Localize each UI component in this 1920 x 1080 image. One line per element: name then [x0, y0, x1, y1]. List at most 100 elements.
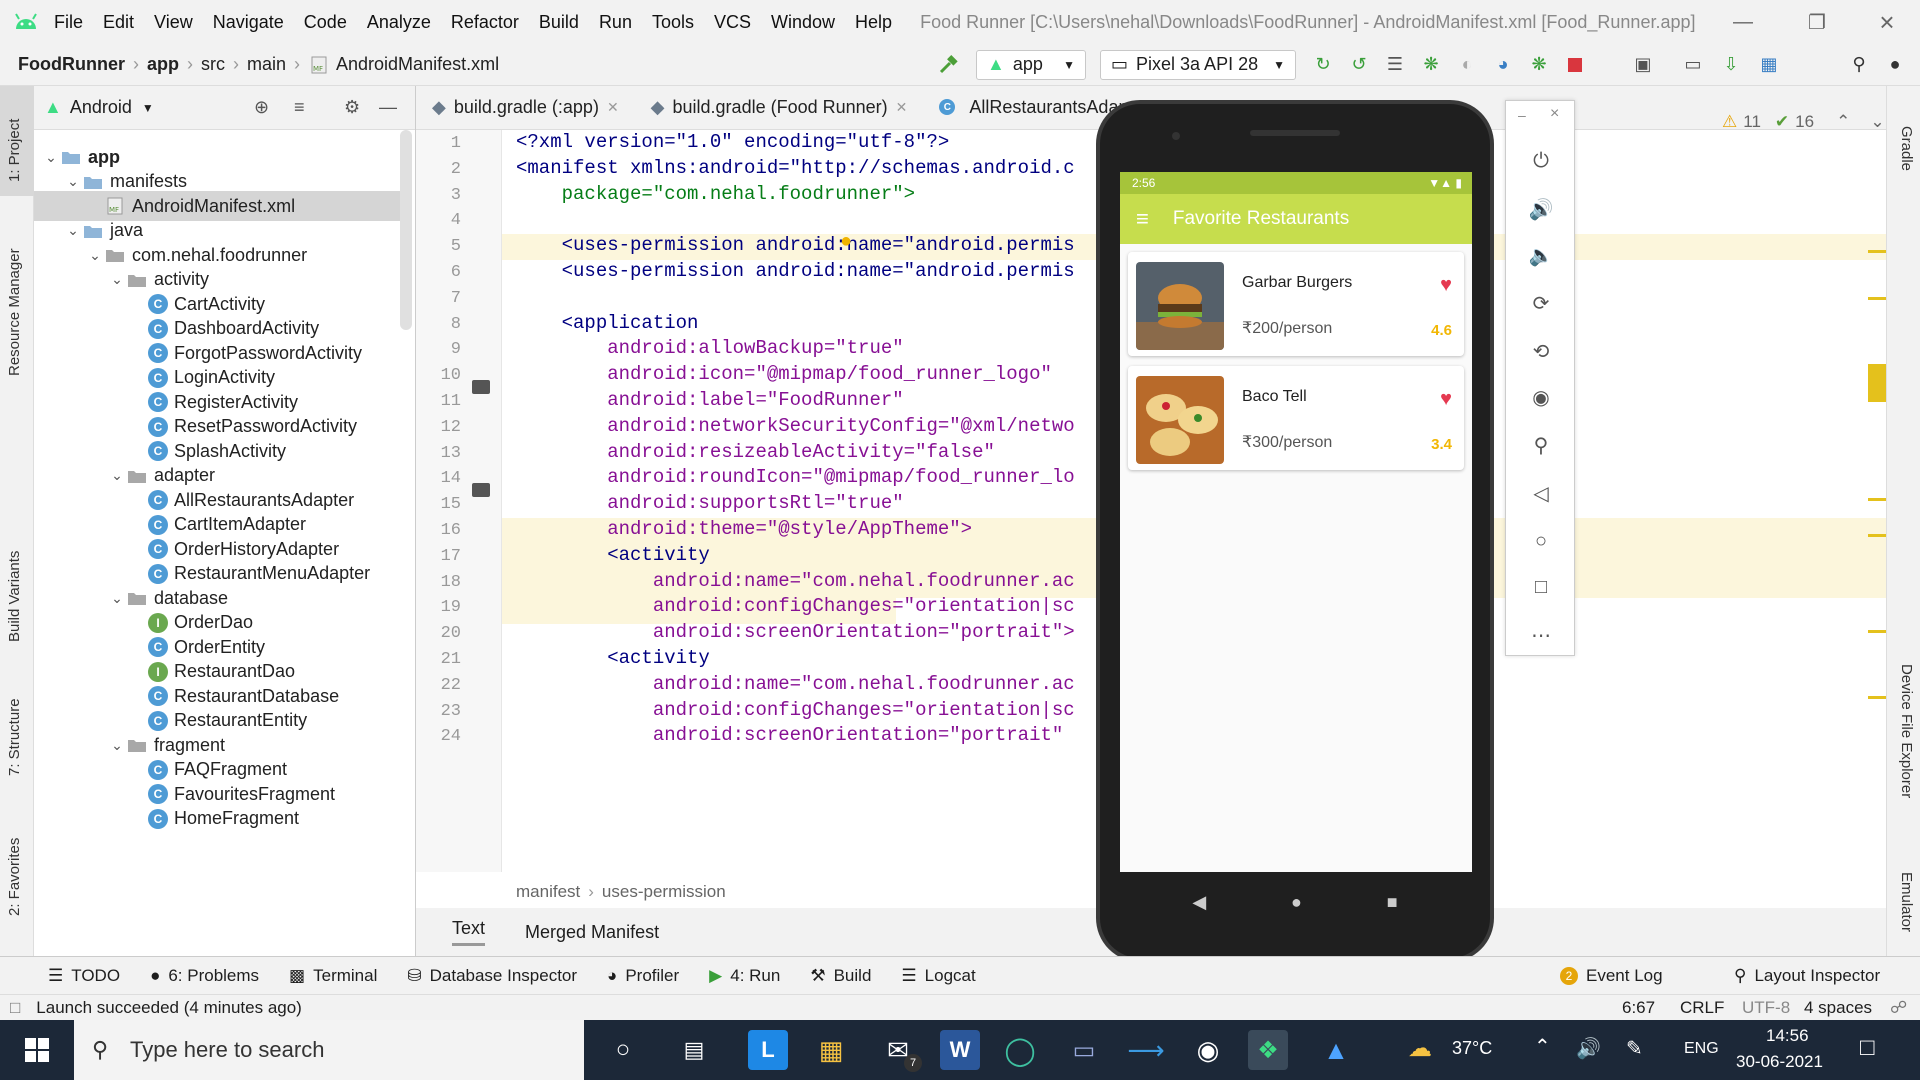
crumb-module[interactable]: app [147, 54, 179, 75]
stop-icon[interactable] [1562, 52, 1588, 78]
status-square-icon[interactable]: □ [10, 998, 20, 1018]
chevron-down-icon[interactable]: ⌄ [86, 247, 104, 264]
close-window-button[interactable]: × [1858, 0, 1916, 44]
xml-crumb-uses-permission[interactable]: uses-permission [602, 882, 726, 902]
menu-window[interactable]: Window [761, 12, 845, 33]
edge-icon[interactable]: ◯ [1000, 1030, 1040, 1070]
notification-icon[interactable]: □ [1860, 1034, 1875, 1062]
tab-build-gradle-app[interactable]: ◆ build.gradle (:app) ✕ [416, 85, 635, 129]
emulator-tool-button[interactable]: Emulator [1898, 872, 1915, 932]
crumb-src[interactable]: src [201, 54, 225, 75]
project-tool-button[interactable]: 1: Project [6, 119, 23, 182]
menu-edit[interactable]: Edit [93, 12, 144, 33]
menu-file[interactable]: File [44, 12, 93, 33]
hide-icon[interactable]: — [379, 97, 397, 118]
heart-icon[interactable]: ♥ [1440, 388, 1452, 411]
terminal-button[interactable]: ▩ Terminal [289, 966, 377, 986]
resource-manager-button[interactable]: Resource Manager [6, 248, 23, 376]
lightbulb-icon[interactable]: ● [840, 230, 852, 253]
image-resource-icon[interactable] [472, 483, 490, 497]
language[interactable]: ENG [1684, 1040, 1719, 1058]
app-l-icon[interactable]: L [748, 1030, 788, 1070]
favorites-button[interactable]: 2: Favorites [6, 838, 23, 916]
chevron-down-icon[interactable]: ⌄ [108, 590, 126, 607]
list-icon[interactable]: ☰ [1382, 52, 1408, 78]
crumb-project[interactable]: FoodRunner [18, 54, 125, 75]
device-screen[interactable]: 2:56 ▼▲ ▮ ≡ Favorite Restaurants Garbar … [1120, 172, 1472, 872]
run-config-select[interactable]: ▲ app ▼ [976, 49, 1086, 80]
chevron-down-icon[interactable]: ▼ [142, 101, 154, 115]
layout-inspector-button[interactable]: ⚲ Layout Inspector [1734, 966, 1880, 986]
clock-date[interactable]: 30-06-2021 [1736, 1052, 1823, 1072]
task-view-icon[interactable]: ▤ [674, 1030, 714, 1070]
overview-icon[interactable]: □ [1506, 569, 1576, 605]
database-inspector-button[interactable]: ⛁ Database Inspector [407, 966, 577, 986]
menu-vcs[interactable]: VCS [704, 12, 761, 33]
structure-button[interactable]: 7: Structure [6, 698, 23, 776]
device-select[interactable]: ▭ Pixel 3a API 28 ▼ [1100, 49, 1296, 80]
chevron-down-icon[interactable]: ⌄ [64, 222, 82, 239]
rotate-right-icon[interactable]: ⟲ [1506, 333, 1576, 369]
minimize-button[interactable]: — [1714, 0, 1772, 44]
more-icon[interactable]: ⋯ [1506, 617, 1576, 653]
chevron-up-icon[interactable]: ⌃ [1534, 1034, 1551, 1059]
camera-icon[interactable]: ◉ [1506, 379, 1576, 415]
file-encoding[interactable]: UTF-8 [1742, 998, 1790, 1018]
close-icon[interactable]: × [1550, 105, 1559, 123]
overview-icon[interactable]: ■ [1387, 892, 1398, 913]
avd-manager-icon[interactable]: ▭ [1680, 52, 1706, 78]
tab-text[interactable]: Text [452, 918, 486, 946]
user-icon[interactable]: ● [1882, 52, 1908, 78]
restore-button[interactable]: ❐ [1788, 0, 1846, 44]
chevron-down-icon[interactable]: ⌄ [42, 149, 60, 166]
close-icon[interactable]: ✕ [896, 99, 908, 116]
search-icon[interactable]: ⚲ [1846, 52, 1872, 78]
vscode-icon[interactable]: ⟶ [1126, 1030, 1166, 1070]
volume-icon[interactable]: 🔊 [1576, 1036, 1601, 1061]
locate-icon[interactable]: ⊕ [254, 97, 269, 118]
run-button[interactable]: ▶ 4: Run [709, 966, 780, 986]
hamburger-icon[interactable]: ≡ [1136, 206, 1149, 232]
taskbar-search[interactable]: ⚲ Type here to search [74, 1020, 584, 1080]
restaurant-card[interactable]: Baco Tell ₹300/person ♥ 3.4 [1128, 366, 1464, 470]
menu-tools[interactable]: Tools [642, 12, 704, 33]
todo-button[interactable]: ☰ TODO [48, 966, 120, 986]
apply-code-changes-icon[interactable]: ↺ [1346, 52, 1372, 78]
chevron-down-icon[interactable]: ⌄ [108, 271, 126, 288]
menu-analyze[interactable]: Analyze [357, 12, 441, 33]
zoom-icon[interactable]: ⚲ [1506, 427, 1576, 463]
menu-run[interactable]: Run [589, 12, 642, 33]
apply-changes-icon[interactable]: ↻ [1310, 52, 1336, 78]
event-log-button[interactable]: 2 Event Log [1560, 966, 1663, 986]
minimize-icon[interactable]: – [1518, 107, 1526, 123]
error-stripe-mark[interactable] [1868, 297, 1886, 300]
debug-icon[interactable]: ❋ [1418, 52, 1444, 78]
monitor-icon[interactable]: ▭ [1064, 1030, 1104, 1070]
rotate-left-icon[interactable]: ⟳ [1506, 285, 1576, 321]
tree-scrollbar[interactable] [400, 130, 412, 330]
sdk-manager-icon[interactable]: ⇩ [1718, 52, 1744, 78]
error-stripe-mark[interactable] [1868, 534, 1886, 537]
restaurant-card[interactable]: Garbar Burgers ₹200/person ♥ 4.6 [1128, 252, 1464, 356]
volume-up-icon[interactable]: 🔊 [1506, 191, 1576, 227]
tab-merged-manifest[interactable]: Merged Manifest [525, 922, 659, 943]
volume-down-icon[interactable]: 🔈 [1506, 237, 1576, 273]
crumb-main[interactable]: main [247, 54, 286, 75]
profile-icon[interactable]: ◕ [1490, 52, 1516, 78]
resource-icon[interactable]: ▦ [1756, 52, 1782, 78]
pen-icon[interactable]: ✎ [1626, 1036, 1643, 1061]
profiler-button[interactable]: ◕ Profiler [607, 966, 679, 986]
xml-crumb-manifest[interactable]: manifest [516, 882, 580, 902]
chevron-up-icon[interactable]: ⌃ [1836, 112, 1850, 132]
power-icon[interactable]: ⏻ [1506, 143, 1576, 179]
build-variants-button[interactable]: Build Variants [6, 551, 23, 642]
chevron-down-icon[interactable]: ⌄ [1870, 112, 1884, 132]
lock-icon[interactable]: ☍ [1890, 998, 1907, 1018]
indent-setting[interactable]: 4 spaces [1804, 998, 1872, 1018]
menu-refactor[interactable]: Refactor [441, 12, 529, 33]
gear-icon[interactable]: ⚙ [344, 97, 360, 118]
word-icon[interactable]: W [940, 1030, 980, 1070]
problems-button[interactable]: ● 6: Problems [150, 966, 259, 986]
clock-time[interactable]: 14:56 [1766, 1026, 1809, 1046]
android-studio-taskbar-icon[interactable]: ❖ [1248, 1030, 1288, 1070]
